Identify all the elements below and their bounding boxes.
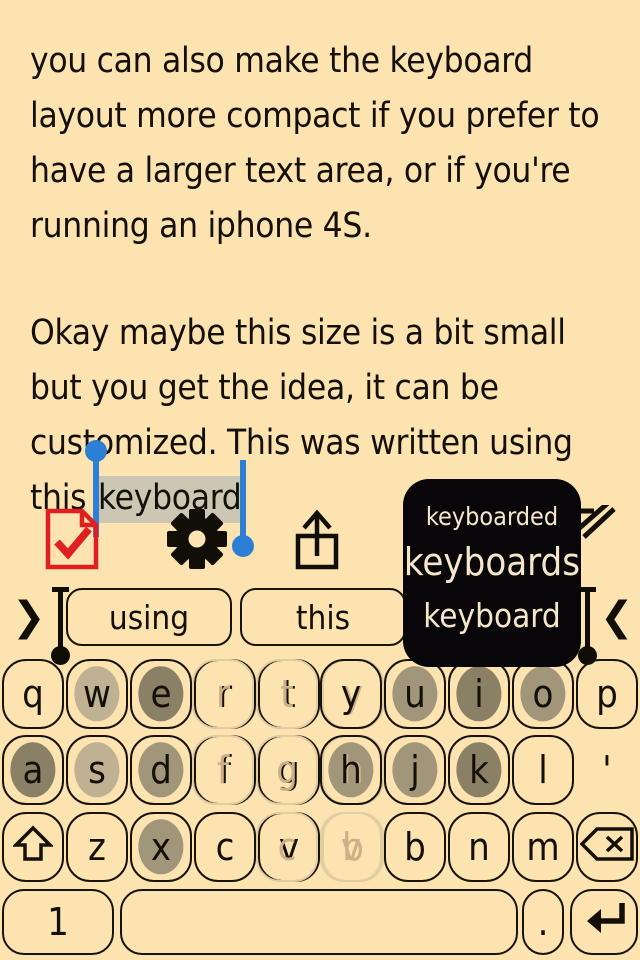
key-label: i <box>474 672 484 716</box>
backspace-icon <box>579 827 634 867</box>
prediction-prev-chevron-icon[interactable]: ❮ <box>600 597 634 637</box>
key-label: m <box>526 825 560 869</box>
key-i[interactable]: i <box>448 659 510 729</box>
key-k[interactable]: k <box>448 735 510 805</box>
key-label: e <box>150 672 172 716</box>
key-label: y <box>340 672 362 716</box>
key-label: k <box>469 748 489 792</box>
key-g[interactable]: g <box>256 735 318 805</box>
autocomplete-option-0[interactable]: keyboarded <box>403 502 581 531</box>
key-u[interactable]: u <box>384 659 446 729</box>
gear-icon[interactable] <box>166 508 238 570</box>
key-label: r <box>215 672 231 716</box>
key-label: c <box>215 825 235 869</box>
key-label: 1 <box>47 900 69 944</box>
key-label: f <box>216 748 230 792</box>
key-o[interactable]: o <box>512 659 574 729</box>
prediction-next-chevron-icon[interactable]: ❯ <box>12 597 46 637</box>
key-c[interactable]: c <box>194 812 256 882</box>
key-label: v <box>340 825 362 869</box>
key-label: u <box>404 672 426 716</box>
paragraph-1: you can also make the keyboard layout mo… <box>30 41 610 246</box>
text-editor-area[interactable]: you can also make the keyboard layout mo… <box>0 0 640 557</box>
key-label: . <box>537 900 549 944</box>
key-label: h <box>340 748 362 792</box>
key-label: d <box>150 748 172 792</box>
key-s[interactable]: s <box>66 735 128 805</box>
key-a[interactable]: a <box>2 735 64 805</box>
return-key[interactable] <box>570 889 638 955</box>
selection-handle-start[interactable] <box>84 440 107 462</box>
key-label: w <box>83 672 111 716</box>
key-y[interactable]: y <box>320 659 382 729</box>
key-e[interactable]: e <box>130 659 192 729</box>
key-label: p <box>596 672 618 716</box>
key-label: n <box>468 825 490 869</box>
key-d[interactable]: d <box>130 735 192 805</box>
key-m[interactable]: m <box>512 812 574 882</box>
autocomplete-popup[interactable]: keyboarded keyboards keyboard <box>403 479 581 667</box>
key-backspace[interactable] <box>576 812 638 882</box>
key-l[interactable]: l <box>512 735 574 805</box>
key-j[interactable]: j <box>384 735 446 805</box>
key-label: q <box>22 672 44 716</box>
key-p[interactable]: p <box>576 659 638 729</box>
key-label: c <box>277 825 297 869</box>
key-r[interactable]: r <box>192 659 254 729</box>
number-key[interactable]: 1 <box>2 889 114 955</box>
key-q[interactable]: q <box>2 659 64 729</box>
key-shift[interactable] <box>2 812 64 882</box>
key-n[interactable]: n <box>448 812 510 882</box>
prediction-chip-1[interactable]: this <box>240 588 406 646</box>
key-t[interactable]: t <box>256 659 318 729</box>
share-icon[interactable] <box>290 508 362 570</box>
key-z[interactable]: z <box>66 812 128 882</box>
key-label: g <box>276 748 298 792</box>
return-icon <box>581 899 627 945</box>
key-label: j <box>410 748 420 792</box>
period-key[interactable]: . <box>522 889 564 955</box>
key-label: o <box>532 672 554 716</box>
key-label: x <box>150 825 172 869</box>
key-w[interactable]: w <box>66 659 128 729</box>
autocomplete-option-1[interactable]: keyboards <box>403 540 581 584</box>
key-label: a <box>22 748 44 792</box>
autocomplete-option-2[interactable]: keyboard <box>403 596 581 635</box>
space-key[interactable] <box>120 889 518 955</box>
key-b[interactable]: b <box>384 812 446 882</box>
split-keyboard: q w e r t y r t y u i o p a s d f g h f g h j k l ' z x c v b c v b n m 1. <box>0 657 640 960</box>
key-v[interactable]: v <box>320 812 382 882</box>
key-h[interactable]: h <box>320 735 382 805</box>
prediction-chip-0[interactable]: using <box>66 588 232 646</box>
key-label: t <box>280 672 294 716</box>
key-label: z <box>88 825 106 869</box>
key-c[interactable]: c <box>256 812 318 882</box>
key-label: s <box>88 748 106 792</box>
key-apostrophe[interactable]: ' <box>576 735 638 805</box>
key-label: l <box>538 748 548 792</box>
key-x[interactable]: x <box>130 812 192 882</box>
document-check-icon[interactable] <box>44 508 116 570</box>
key-f[interactable]: f <box>192 735 254 805</box>
shift-icon <box>11 825 55 869</box>
key-label: ' <box>602 748 612 792</box>
key-label: b <box>404 825 426 869</box>
